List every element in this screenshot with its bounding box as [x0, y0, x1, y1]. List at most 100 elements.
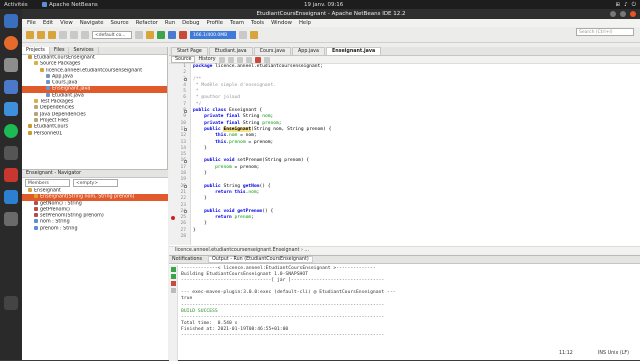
netbeans-dock-icon[interactable]	[4, 14, 18, 28]
code-area[interactable]: 1234567891011121314151617181920212223242…	[169, 64, 640, 245]
search-input[interactable]: Search (Ctrl+I)	[576, 28, 634, 36]
menu-item[interactable]: Edit	[43, 20, 53, 26]
source-tab[interactable]: Source	[171, 56, 196, 63]
code-token: prenom	[229, 139, 246, 145]
app-name: Apache NetBeans	[49, 1, 98, 8]
stop-icon[interactable]	[171, 281, 176, 286]
app-menu[interactable]: Apache NetBeans	[42, 2, 98, 8]
editor-dock-icon[interactable]	[4, 80, 18, 94]
breadcrumb[interactable]: licence.anneel.etudiantcoursenseignant.E…	[169, 246, 640, 254]
tab-projects[interactable]: Projects	[22, 47, 50, 54]
editor-tab[interactable]: Start Page	[171, 47, 208, 55]
rerun-goals-icon[interactable]	[171, 274, 176, 279]
tab-services[interactable]: Services	[69, 47, 99, 54]
activities-button[interactable]: Activités	[4, 2, 28, 8]
editor-tab[interactable]: Cours.java	[253, 47, 291, 55]
editor-tab[interactable]: Enseignant.java	[325, 47, 382, 55]
line-gutter[interactable]: 1234567891011121314151617181920212223242…	[169, 64, 191, 245]
find-icon[interactable]	[236, 56, 243, 63]
memory-indicator[interactable]: 166.1/400.0MB	[190, 30, 236, 39]
empty-combo[interactable]: <empty>	[73, 179, 118, 187]
config-combo[interactable]: <default co...	[92, 30, 132, 39]
tab-output-run[interactable]: Output - Run (EtudiantCoursEnseignant)	[208, 256, 313, 263]
error-marker-icon[interactable]	[171, 216, 175, 221]
gear-dock-icon[interactable]	[4, 146, 18, 160]
maximize-icon[interactable]	[620, 11, 626, 17]
writer-dock-icon[interactable]	[4, 102, 18, 116]
vscode-dock-icon[interactable]	[4, 190, 18, 204]
code-token: prenom	[234, 215, 252, 221]
power-icon[interactable]: ⏻	[632, 2, 636, 9]
line-number-text: 17	[180, 164, 186, 170]
menu-item[interactable]: Source	[110, 20, 128, 26]
code-token: /**	[193, 76, 202, 82]
members-combo[interactable]: Members	[25, 179, 70, 187]
rerun-icon[interactable]	[171, 267, 176, 272]
menu-item[interactable]: Help	[299, 20, 311, 26]
menu-item[interactable]: Tools	[251, 20, 264, 26]
code-lines[interactable]: package licence.anneel.etudiantcoursense…	[193, 64, 633, 240]
navigator-node[interactable]: prenom : String	[22, 225, 168, 232]
menu-item[interactable]: Navigate	[80, 20, 104, 26]
terminal-dock-icon[interactable]	[4, 168, 18, 182]
gc-icon[interactable]	[239, 30, 247, 39]
fold-toggle-icon[interactable]	[184, 210, 187, 214]
menu-item[interactable]: Debug	[182, 20, 199, 26]
menu-item[interactable]: Window	[271, 20, 292, 26]
window-titlebar[interactable]: EtudiantCoursEnseignant - Apache NetBean…	[22, 9, 640, 19]
open-project-icon[interactable]	[48, 30, 56, 39]
tab-notifications[interactable]: Notifications	[172, 257, 202, 262]
save-all-icon[interactable]	[59, 30, 67, 39]
tab-files[interactable]: Files	[50, 47, 70, 54]
menu-item[interactable]: Run	[165, 20, 175, 26]
network-icon[interactable]: ⊞	[616, 2, 621, 9]
menu-item[interactable]: Team	[230, 20, 244, 26]
profile-toolbar-icon[interactable]	[250, 30, 258, 39]
volume-icon[interactable]: ♪	[624, 2, 628, 9]
stop-macro-icon[interactable]	[254, 56, 261, 63]
fold-toggle-icon[interactable]	[184, 185, 187, 189]
editor-tab[interactable]: Etudiant.java	[208, 47, 253, 55]
settings-icon[interactable]	[171, 288, 176, 293]
fold-toggle-icon[interactable]	[184, 159, 187, 163]
back-icon[interactable]	[218, 56, 225, 63]
output-text[interactable]: -------------< licence.anneel:EtudiantCo…	[181, 266, 395, 339]
comment-icon[interactable]	[263, 56, 270, 63]
project-tree-node[interactable]: Personne01	[22, 130, 167, 137]
fold-toggle-icon[interactable]	[184, 78, 187, 82]
profile-icon[interactable]	[179, 30, 187, 39]
run-icon[interactable]	[157, 30, 165, 39]
trash-dock-icon[interactable]	[4, 212, 18, 226]
show-apps-icon[interactable]	[4, 296, 18, 310]
history-tab[interactable]: History	[198, 57, 215, 62]
debug-icon[interactable]	[168, 30, 176, 39]
system-tray[interactable]: ⊞ ♪ ⏻	[616, 2, 636, 9]
editor-tab[interactable]: App.java	[292, 47, 325, 55]
menu-item[interactable]: File	[27, 20, 36, 26]
new-project-icon[interactable]	[37, 30, 45, 39]
projects-tabs: Projects Files Services	[22, 47, 167, 55]
new-file-icon[interactable]	[26, 30, 34, 39]
clean-build-icon[interactable]	[146, 30, 154, 39]
spotify-dock-icon[interactable]	[4, 124, 18, 138]
undo-icon[interactable]	[70, 30, 78, 39]
code-token: setPrenom(String prenom) {	[237, 158, 310, 164]
toggle-bookmark-icon[interactable]	[245, 56, 252, 63]
line-number[interactable]: 28	[169, 234, 190, 240]
build-icon[interactable]	[135, 30, 143, 39]
firefox-dock-icon[interactable]	[4, 36, 18, 50]
forward-icon[interactable]	[227, 56, 234, 63]
clock[interactable]: 19 janv. 09:16	[304, 2, 343, 8]
redo-icon[interactable]	[81, 30, 89, 39]
code-token: licence.anneel.etudiantcoursenseignant;	[215, 64, 324, 69]
menu-item[interactable]: View	[60, 20, 73, 26]
fold-toggle-icon[interactable]	[184, 109, 187, 113]
minimize-icon[interactable]	[610, 11, 616, 17]
menu-item[interactable]: Profile	[207, 20, 223, 26]
fold-toggle-icon[interactable]	[184, 128, 187, 132]
close-icon[interactable]	[630, 11, 636, 17]
code-line[interactable]	[193, 234, 633, 240]
files-dock-icon[interactable]	[4, 58, 18, 72]
menu-item[interactable]: Refactor	[136, 20, 158, 26]
